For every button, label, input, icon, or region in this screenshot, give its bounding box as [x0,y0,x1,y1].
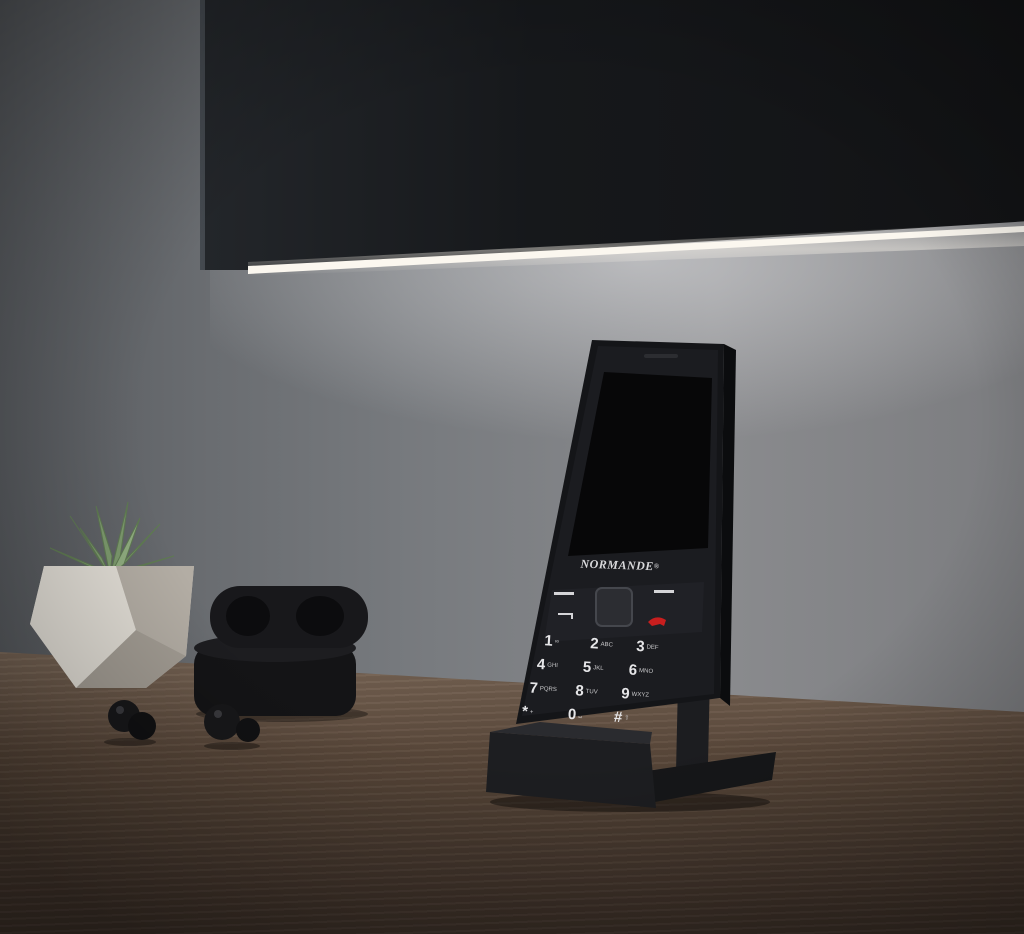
key-1: 1∞ [543,632,560,650]
keypad: 1∞ 2ABC 3DEF 4GHI 5JKL 6MNO 7PQRS 8TUV 9… [521,629,687,735]
right-earbud [204,704,260,750]
navigation-key [595,587,633,627]
brand-registered-mark: ® [653,562,660,571]
key-4: 4GHI [536,655,559,674]
key-hash: #⇧ [613,708,630,727]
earpiece-slot [644,354,678,358]
brand-logo: NORMANDE® [574,554,667,575]
led-light-strip [248,222,1024,276]
key-0: 0␣ [567,705,583,724]
product-photo-scene: NORMANDE® 1∞ 2ABC 3DEF 4GHI 5JKL 6MNO 7P… [0,0,1024,934]
key-star: *+ [521,703,534,721]
key-9: 9WXYZ [620,685,650,703]
brand-name: NORMANDE [580,556,655,574]
key-3: 3DEF [635,637,659,656]
geometric-plant-pot [30,566,194,688]
key-2: 2ABC [589,635,614,653]
right-soft-key [654,590,674,593]
left-soft-key [554,592,574,595]
key-6: 6MNO [628,661,654,679]
key-7: 7PQRS [528,679,557,697]
key-8: 8TUV [574,682,598,700]
left-earbud [104,700,156,746]
key-5: 5JKL [582,658,604,677]
